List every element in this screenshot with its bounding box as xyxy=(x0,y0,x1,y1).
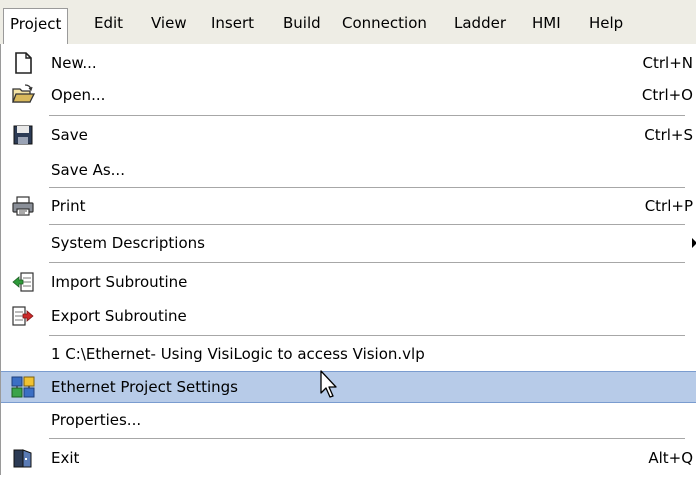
menu-separator xyxy=(49,224,685,225)
menu-help[interactable]: Help xyxy=(583,8,629,38)
submenu-arrow-icon xyxy=(692,238,696,248)
menu-project[interactable]: Project xyxy=(3,8,69,45)
shortcut-text: Alt+Q xyxy=(648,449,693,467)
ethernet-settings-icon xyxy=(11,375,35,399)
menu-separator xyxy=(49,115,685,116)
menu-ladder[interactable]: Ladder xyxy=(448,8,512,38)
menu-item-label: Ethernet Project Settings xyxy=(51,378,238,396)
menu-item-label: Print xyxy=(51,197,86,215)
shortcut-text: Ctrl+O xyxy=(641,86,693,104)
menu-connection[interactable]: Connection xyxy=(336,8,433,38)
menu-item-save[interactable]: Save Ctrl+S xyxy=(1,120,696,150)
new-document-icon xyxy=(11,51,35,75)
menu-item-new[interactable]: New... Ctrl+N xyxy=(1,48,696,78)
exit-door-icon xyxy=(11,446,35,470)
menu-item-import-subroutine[interactable]: Import Subroutine xyxy=(1,267,696,297)
project-dropdown-menu: New... Ctrl+N Open... Ctrl+O Save Ctrl+S… xyxy=(0,44,696,475)
mouse-cursor-icon xyxy=(320,370,337,398)
menu-item-label: Open... xyxy=(51,86,106,104)
menu-item-label: System Descriptions xyxy=(51,234,205,252)
menu-item-print[interactable]: Print Ctrl+P xyxy=(1,191,696,221)
shortcut-text: Ctrl+N xyxy=(642,54,693,72)
menu-item-label: 1 C:\Ethernet- Using VisiLogic to access… xyxy=(51,345,425,363)
menu-separator xyxy=(49,335,685,336)
menu-item-export-subroutine[interactable]: Export Subroutine xyxy=(1,301,696,331)
menu-item-open[interactable]: Open... Ctrl+O xyxy=(1,80,696,110)
menu-item-label: Exit xyxy=(51,449,80,467)
export-subroutine-icon xyxy=(11,304,35,328)
menu-item-save-as[interactable]: Save As... xyxy=(1,155,696,185)
floppy-disk-icon xyxy=(11,123,35,147)
menu-item-label: Properties... xyxy=(51,411,142,429)
import-subroutine-icon xyxy=(11,270,35,294)
open-folder-icon xyxy=(11,83,36,107)
menu-hmi[interactable]: HMI xyxy=(526,8,567,38)
shortcut-text: Ctrl+S xyxy=(644,126,693,144)
menu-bar: Project Edit View Insert Build Connectio… xyxy=(0,0,696,45)
menu-item-recent-file[interactable]: 1 C:\Ethernet- Using VisiLogic to access… xyxy=(1,339,696,369)
menu-item-ethernet-project-settings[interactable]: Ethernet Project Settings xyxy=(1,371,696,403)
menu-item-label: Save xyxy=(51,126,88,144)
menu-separator xyxy=(49,438,685,439)
menu-separator xyxy=(49,187,685,188)
menu-item-exit[interactable]: Exit Alt+Q xyxy=(1,443,696,473)
menu-item-label: Export Subroutine xyxy=(51,307,187,325)
printer-icon xyxy=(11,194,35,218)
menu-view[interactable]: View xyxy=(145,8,193,38)
menu-separator xyxy=(49,262,685,263)
menu-item-label: Save As... xyxy=(51,161,125,179)
menu-item-properties[interactable]: Properties... xyxy=(1,405,696,435)
menu-item-label: Import Subroutine xyxy=(51,273,188,291)
menu-edit[interactable]: Edit xyxy=(88,8,129,38)
menu-item-label: New... xyxy=(51,54,97,72)
menu-build[interactable]: Build xyxy=(277,8,327,38)
shortcut-text: Ctrl+P xyxy=(644,197,693,215)
menu-item-system-descriptions[interactable]: System Descriptions xyxy=(1,228,696,258)
menu-insert[interactable]: Insert xyxy=(205,8,260,38)
